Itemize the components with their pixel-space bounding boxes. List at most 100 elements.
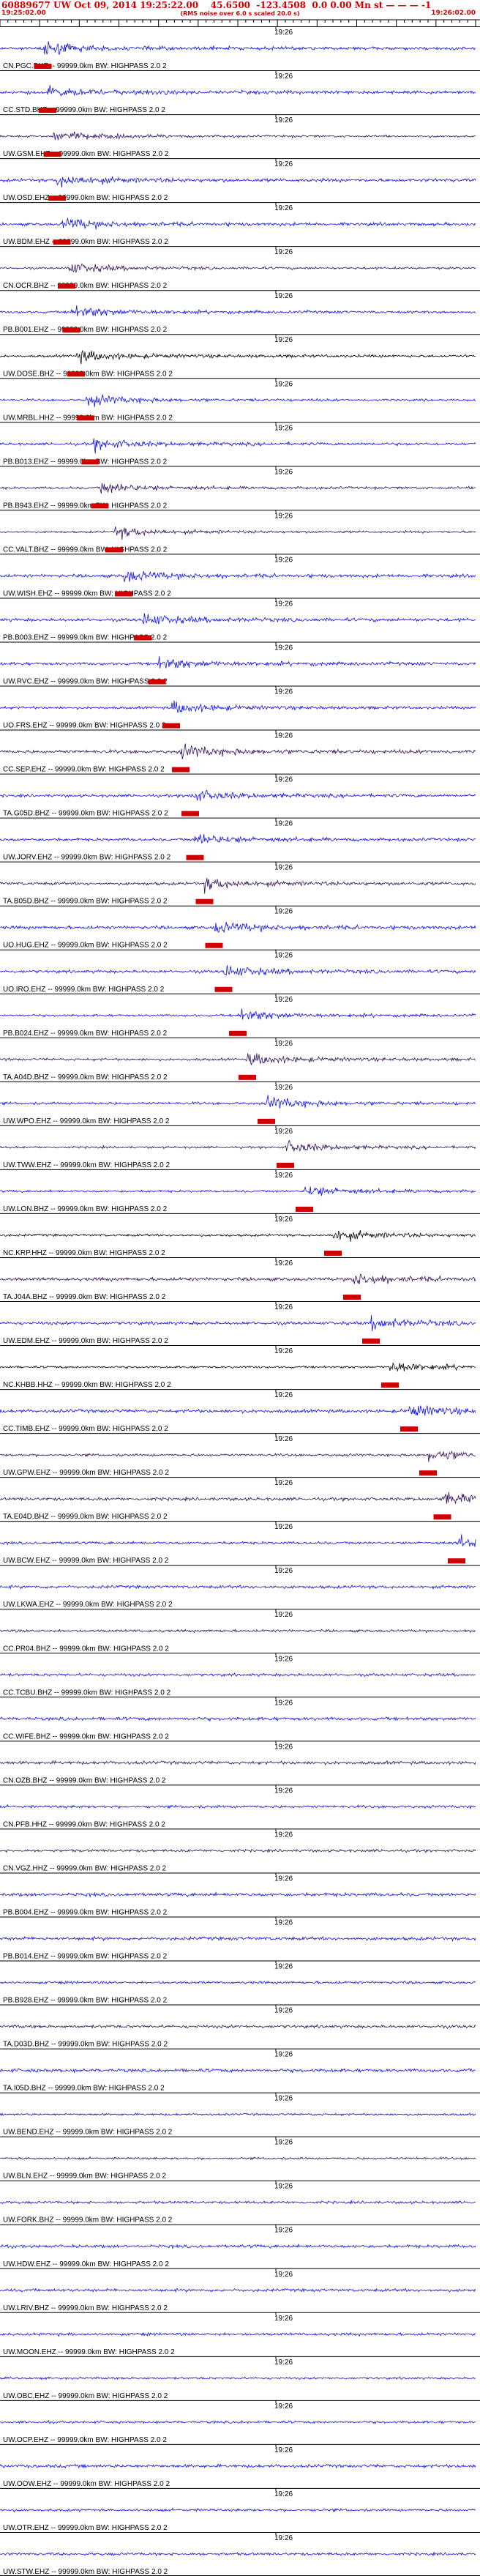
minute-tick-label: 19:26 [274,29,293,37]
waveform-trace [0,1095,476,1109]
waveform-trace [0,1139,476,1153]
channel-row: 19:26 UW.BEND.EHZ -- 99999.0km BW: HIGHPA… [0,2092,480,2137]
minute-tick-label: 19:26 [274,1567,293,1575]
phase-pick-marker [205,942,223,948]
waveform-trace [0,1848,476,1853]
phase-pick-marker [58,283,75,289]
minute-tick-label: 19:26 [274,160,293,168]
minute-tick-label: 19:26 [274,468,293,476]
minute-tick-label: 19:26 [274,1743,293,1751]
time-axis [0,19,480,26]
channel-row: 19:26 PB.B943.EHZ -- 99999.0km BW: HIGHPA… [0,466,480,510]
phase-pick-marker [91,503,109,509]
channel-row: 19:26 UO.FRS.EHZ -- 99999.0km BW: HIGHPAS… [0,685,480,730]
channel-label: UW.OOW.EHZ -- 99999.0km BW: HIGHPASS 2.0… [3,2480,170,2488]
minute-tick-label: 19:26 [274,644,293,652]
phase-pick-marker [239,1074,256,1080]
phase-pick-marker [115,591,132,597]
minute-tick-label: 19:26 [274,204,293,212]
channel-label: TA.A04D.BHZ -- 99999.0km BW: HIGHPASS 2.… [3,1073,168,1082]
minute-tick-label: 19:26 [274,1172,293,1180]
minute-tick-label: 19:26 [274,2227,293,2235]
minute-tick-label: 19:26 [274,1040,293,1048]
minute-tick-label: 19:26 [274,1918,293,1927]
channel-label: TA.J04A.BHZ -- 99999.0km BW: HIGHPASS 2.… [3,1293,166,1301]
waveform-trace [0,394,476,407]
minute-tick-label: 19:26 [274,1216,293,1224]
channel-row: 19:26 CC.WIFE.BHZ -- 99999.0km BW: HIGHPA… [0,1697,480,1741]
waveform-trace [0,1273,476,1284]
channel-label: TA.E04D.BHZ -- 99999.0km BW: HIGHPASS 2.… [3,1513,168,1521]
channel-label: UW.EDM.EHZ -- 99999.0km BW: HIGHPASS 2.0… [3,1337,168,1345]
waveform-trace [0,176,476,188]
channel-label: UW.BLN.EHZ -- 99999.0km BW: HIGHPASS 2.0… [3,2173,166,2181]
minute-tick-label: 19:26 [274,688,293,696]
phase-pick-marker [186,855,204,860]
minute-tick-label: 19:26 [274,1787,293,1795]
waveform-trace [0,2463,476,2469]
channel-label: NC.KHBB.HHZ -- 99999.0km BW: HIGHPASS 2.… [3,1381,171,1389]
minute-tick-label: 19:26 [274,2534,293,2542]
waveform-trace [0,656,476,669]
waveform-trace [0,1891,476,1898]
phase-pick-marker [214,986,233,992]
channel-label: CC.WIFE.BHZ -- 99999.0km BW: HIGHPASS 2.… [3,1732,169,1741]
waveform-trace [0,1229,476,1242]
minute-tick-label: 19:26 [274,1303,293,1311]
channel-row: 19:26 UW.OOW.EHZ -- 99999.0km BW: HIGHPAS… [0,2443,480,2488]
minute-tick-label: 19:26 [274,600,293,608]
waveform-trace [0,570,476,582]
channel-row: 19:26 UO.HUG.EHZ -- 99999.0km BW: HIGHPAS… [0,905,480,950]
phase-pick-marker [39,108,56,113]
waveform-trace [0,1672,476,1678]
waveform-trace [0,1760,476,1765]
channel-row: 19:26 UW.OTR.EHZ -- 99999.0km BW: HIGHPAS… [0,2487,480,2532]
minute-tick-label: 19:26 [274,1391,293,1399]
channel-label: UW.LON.BHZ -- 99999.0km BW: HIGHPASS 2.0… [3,1205,168,1213]
waveform-trace [0,217,476,230]
phase-pick-marker [172,767,190,773]
phase-pick-marker [419,1470,437,1476]
channel-row: 19:26 UW.BCW.EHZ -- 99999.0km BW: HIGHPAS… [0,1521,480,1565]
channel-label: UW.LRIV.BHZ -- 99999.0km BW: HIGHPASS 2.… [3,2304,168,2312]
phase-pick-marker [324,1250,342,1256]
channel-row: 19:26 UW.JORV.EHZ -- 99999.0km BW: HIGHPA… [0,817,480,862]
channel-row: 19:26 UW.LKWA.EHZ -- 99999.0km BW: HIGHPA… [0,1565,480,1609]
waveform-trace [0,131,476,141]
channel-row: 19:26 UW.DOSE.BHZ -- 99999.0km BW: HIGHPA… [0,334,480,378]
channel-label: CN.OCR.BHZ -- 99999.0km BW: HIGHPASS 2.0… [3,282,168,290]
minute-tick-label: 19:26 [274,292,293,300]
channel-row: 19:26 UW.GSM.EHZ -- 99999.0km BW: HIGHPAS… [0,114,480,158]
waveform-trace [0,305,476,317]
channel-label: CC.TCBU.BHZ -- 99999.0km BW: HIGHPASS 2.… [3,1689,171,1697]
phase-pick-marker [277,1162,294,1168]
channel-row: 19:26 TA.I05D.BHZ -- 99999.0km BW: HIGHPA… [0,2048,480,2093]
channel-label: UW.HDW.EHZ -- 99999.0km BW: HIGHPASS 2.0… [3,2260,169,2268]
waveform-trace [0,1450,476,1462]
waveform-trace [0,2287,476,2293]
channel-row: 19:26 CC.PR04.BHZ -- 99999.0km BW: HIGHPA… [0,1609,480,1653]
waveform-trace [0,2156,476,2161]
channel-label: UO.HUG.EHZ -- 99999.0km BW: HIGHPASS 2.0… [3,942,168,950]
waveform-trace [0,700,476,713]
channel-label: PB.B001.EHZ -- 99999.0km BW: HIGHPASS 2.… [3,326,168,334]
waveform-trace [0,921,476,933]
minute-tick-label: 19:26 [274,2095,293,2103]
phase-pick-marker [81,459,100,465]
phase-pick-marker [67,371,85,377]
channel-row: 19:26 TA.B05D.BHZ -- 99999.0km BW: HIGHPA… [0,861,480,906]
channel-row: 19:26 NC.KHBB.HHZ -- 99999.0km BW: HIGHPA… [0,1345,480,1389]
minute-tick-label: 19:26 [274,908,293,916]
minute-tick-label: 19:26 [274,1128,293,1136]
channel-row: 19:26 UW.BLN.EHZ -- 99999.0km BW: HIGHPAS… [0,2136,480,2181]
channel-label: CC.VALT.BHZ -- 99999.0km BW: HIGHPASS 2.… [3,546,168,554]
channel-row: 19:26 TA.E04D.BHZ -- 99999.0km BW: HIGHPA… [0,1477,480,1521]
phase-pick-marker [229,1030,247,1036]
waveform-trace [0,2552,476,2557]
event-title: 60889677 UW Oct 09, 2014 19:25:22.00 45.… [1,0,432,10]
minute-tick-label: 19:26 [274,996,293,1004]
minute-tick-label: 19:26 [274,1479,293,1487]
minute-tick-label: 19:26 [274,1435,293,1443]
waveform-trace [0,1362,476,1372]
channel-label: UO.FRS.EHZ -- 99999.0km BW: HIGHPASS 2.0… [3,722,166,730]
